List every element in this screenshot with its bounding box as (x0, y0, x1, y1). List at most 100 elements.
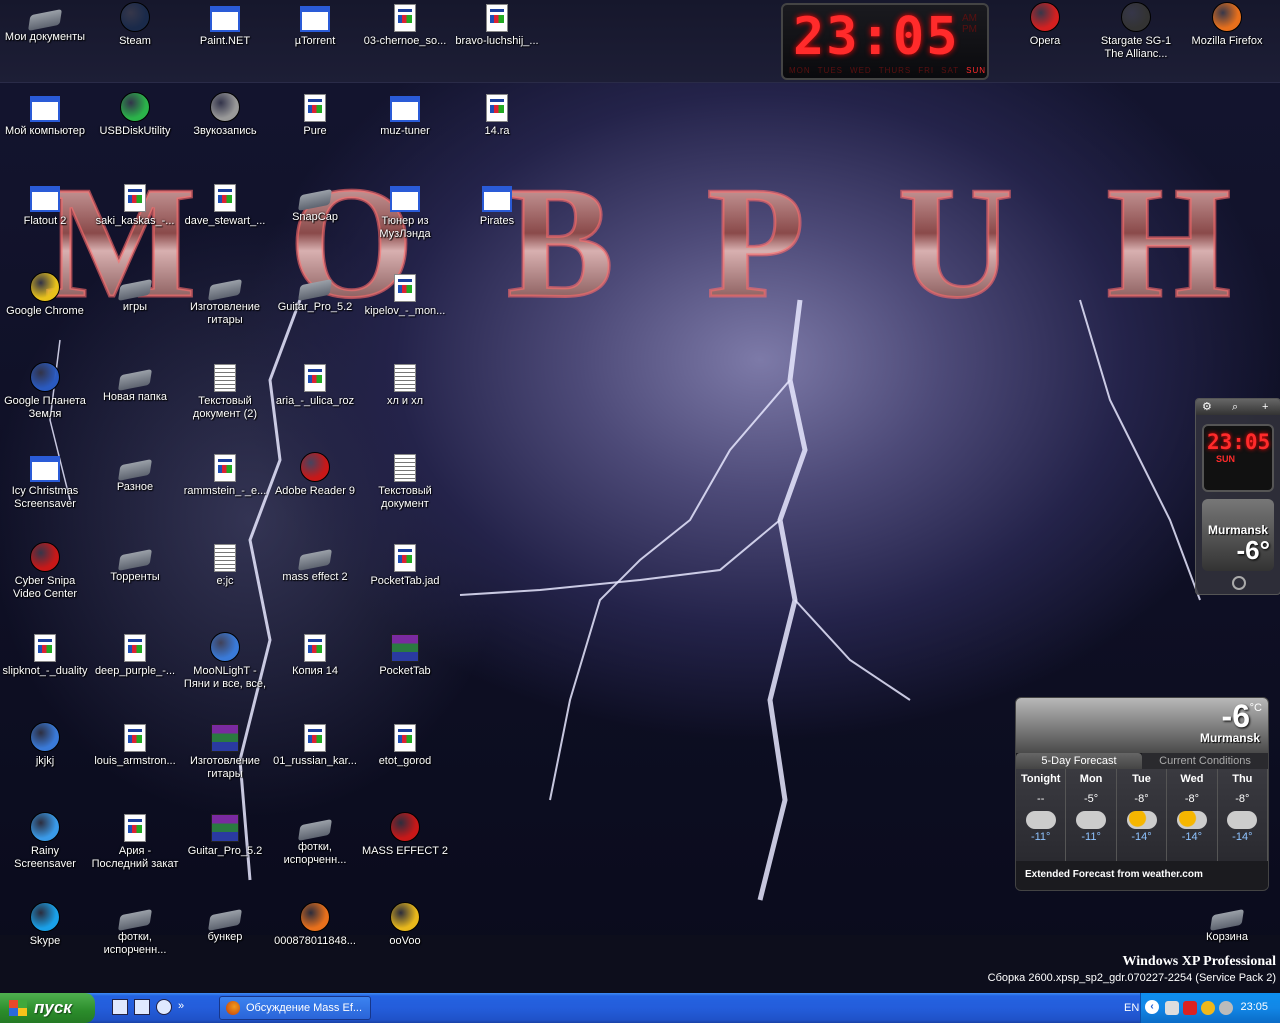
tab-5-day-forecast[interactable]: 5-Day Forecast (1016, 753, 1142, 769)
desktop-icon-label: louis_armstron... (94, 755, 176, 767)
desktop-icon[interactable]: Google Планета Земля (0, 362, 90, 421)
desktop-icon[interactable]: bravo-luchshij_... (452, 2, 542, 48)
desktop-icon[interactable]: MASS EFFECT 2 (360, 812, 450, 858)
tray-oovoo-icon[interactable] (1201, 1001, 1215, 1015)
desktop-icon[interactable]: Изготовление гитары (180, 722, 270, 781)
desktop-icon[interactable]: Звукозапись (180, 92, 270, 138)
sidebar-weather-gadget[interactable]: Murmansk -6° (1202, 499, 1274, 571)
desktop-icon[interactable]: Pirates (452, 182, 542, 228)
desktop-icon[interactable]: Копия 14 (270, 632, 360, 678)
desktop-icon-label: Icy Christmas Screensaver (11, 485, 79, 510)
desktop-icon[interactable]: kipelov_-_mon... (360, 272, 450, 318)
desktop-icon[interactable]: Pure (270, 92, 360, 138)
desktop-icon[interactable]: Изготовление гитары (180, 272, 270, 327)
desktop-icon[interactable]: deep_purple_-... (90, 632, 180, 678)
tab-current-conditions[interactable]: Current Conditions (1142, 753, 1268, 769)
desktop-icon[interactable]: rammstein_-_e... (180, 452, 270, 498)
desktop-icon[interactable]: игры (90, 272, 180, 314)
desktop-icon[interactable]: Adobe Reader 9 (270, 452, 360, 498)
desktop-icon[interactable]: 14.ra (452, 92, 542, 138)
desktop-icon[interactable]: хл и хл (360, 362, 450, 408)
desktop-icon[interactable]: PocketTab (360, 632, 450, 678)
desktop-icon[interactable]: Разное (90, 452, 180, 494)
desktop-icon[interactable]: Opera (1000, 2, 1090, 48)
tray-audio-icon[interactable] (1219, 1001, 1233, 1015)
round-icon (1212, 2, 1242, 32)
desktop-icon[interactable]: Paint.NET (180, 2, 270, 48)
desktop-icon[interactable]: jkjkj (0, 722, 90, 768)
tray-ati-icon[interactable] (1183, 1001, 1197, 1015)
rar-icon (391, 634, 419, 662)
desktop-icon[interactable]: saki_kaskas_-... (90, 182, 180, 228)
desktop-icon[interactable]: dave_stewart_... (180, 182, 270, 228)
extended-forecast-link[interactable]: Extended Forecast from weather.com (1016, 861, 1268, 889)
forecast-low: -14° (1181, 831, 1203, 843)
forecast-day: Tue -8° -14° (1117, 769, 1168, 861)
desktop-icon[interactable]: Тюнер из МузЛэнда (360, 182, 450, 241)
window-icon[interactable] (134, 999, 150, 1015)
weather-widget[interactable]: -6 °C Murmansk 5-Day Forecast Current Co… (1015, 697, 1269, 891)
desktop-icon[interactable]: USBDiskUtility (90, 92, 180, 138)
desktop-icon[interactable]: бункер (180, 902, 270, 944)
desktop-icon[interactable]: Icy Christmas Screensaver (0, 452, 90, 511)
win-icon (30, 456, 60, 482)
desktop-icon[interactable]: Skype (0, 902, 90, 948)
desktop-icon[interactable]: louis_armstron... (90, 722, 180, 768)
show-desktop-icon[interactable] (112, 999, 128, 1015)
desktop-icon[interactable]: Мой компьютер (0, 92, 90, 138)
desktop-icon[interactable]: фотки, испорченн... (90, 902, 180, 957)
desktop-icon[interactable]: Rainy Screensaver (0, 812, 90, 871)
tray-expand-icon[interactable]: ‹ (1145, 1000, 1159, 1014)
desktop-icon[interactable]: Текстовый документ (360, 452, 450, 511)
desktop-icon[interactable]: MooNLighT - Пяни и все, все, все... (180, 632, 270, 691)
desktop-icon[interactable]: PocketTab.jad (360, 542, 450, 588)
language-indicator[interactable]: EN (1124, 1002, 1139, 1014)
doc-icon (124, 724, 146, 752)
desktop-icon[interactable]: Мои документы (0, 2, 90, 44)
desktop-icon[interactable]: Guitar_Pro_5.2 (180, 812, 270, 858)
firefox-icon (226, 1001, 240, 1015)
desktop-icon-label: Мои документы (4, 31, 86, 43)
desktop-icon[interactable]: e;jc (180, 542, 270, 588)
snow-icon (1025, 811, 1056, 829)
desktop-icon[interactable]: фотки, испорченн... (270, 812, 360, 867)
desktop-icon[interactable]: Guitar_Pro_5.2 (270, 272, 360, 314)
chevron-more-icon[interactable]: » (178, 999, 184, 1015)
tray-clock[interactable]: 23:05 (1240, 1001, 1268, 1013)
clock-widget[interactable]: 23:05 AM PM MON TUES WED THURS FRI SAT SUN (781, 3, 989, 80)
desktop-icon[interactable]: muz-tuner (360, 92, 450, 138)
desktop-icon[interactable]: mass effect 2 (270, 542, 360, 584)
desktop-icon[interactable]: Ария - Последний закат (90, 812, 180, 871)
desktop-icon[interactable]: Текстовый документ (2) (180, 362, 270, 421)
desktop-icon[interactable]: Flatout 2 (0, 182, 90, 228)
desktop-icon[interactable]: Корзина (1182, 902, 1272, 944)
camera-icon[interactable] (1232, 576, 1246, 590)
start-button[interactable]: пуск (0, 993, 95, 1023)
desktop-icon[interactable]: Cyber Snipa Video Center (0, 542, 90, 601)
taskbar-window-button[interactable]: Обсуждение Mass Ef... (219, 996, 371, 1020)
desktop-icon[interactable]: 01_russian_kar... (270, 722, 360, 768)
desktop-icon[interactable]: Mozilla Firefox (1182, 2, 1272, 48)
desktop-icon[interactable]: Steam (90, 2, 180, 48)
clock-time: 23:05 (793, 7, 960, 67)
sidebar-clock-gadget[interactable]: 23:05 SUN (1202, 424, 1274, 492)
desktop-icon[interactable]: aria_-_ulica_roz (270, 362, 360, 408)
add-icon[interactable]: + (1262, 399, 1268, 415)
doc-icon (394, 544, 416, 572)
desktop-icon[interactable]: ooVoo (360, 902, 450, 948)
tray-app-icon[interactable] (1165, 1001, 1179, 1015)
desktop-icon[interactable]: SnapCap (270, 182, 360, 224)
desktop-icon[interactable]: Stargate SG-1 The Allianc... (1091, 2, 1181, 61)
desktop-icon[interactable]: etot_gorod (360, 722, 450, 768)
desktop-icon[interactable]: Торренты (90, 542, 180, 584)
app-icon[interactable] (156, 999, 172, 1015)
desktop-icon[interactable]: 000878011848... (270, 902, 360, 948)
desktop-icon[interactable]: Новая папка (90, 362, 180, 404)
desktop-icon[interactable]: 03-chernoe_so... (360, 2, 450, 48)
desktop-icon[interactable]: slipknot_-_duality (0, 632, 90, 678)
gear-icon[interactable]: ⚙ (1202, 399, 1212, 415)
desktop-icon-label: Guitar_Pro_5.2 (187, 845, 263, 857)
desktop-icon[interactable]: Google Chrome (0, 272, 90, 318)
search-icon[interactable]: ⌕ (1232, 399, 1238, 415)
desktop-icon[interactable]: µTorrent (270, 2, 360, 48)
